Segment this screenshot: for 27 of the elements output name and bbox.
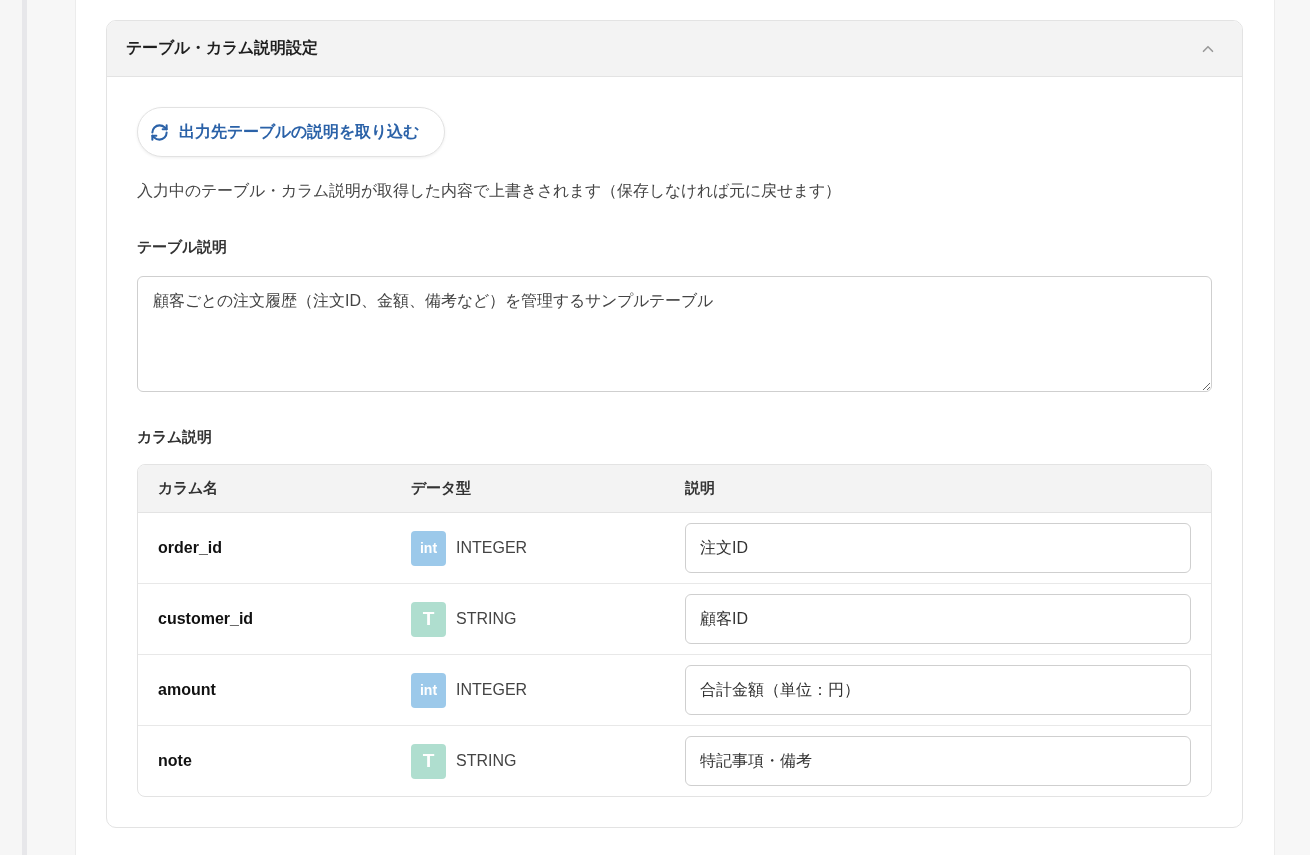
notice-text: 入力中のテーブル・カラム説明が取得した内容で上書きされます（保存しなければ元に戻せます） (137, 181, 842, 201)
type-badge: int (411, 530, 446, 566)
field-label: テーブル説明 (137, 237, 228, 257)
type-badge: T (411, 601, 446, 637)
description-input[interactable]: 特記事項・備考 (685, 736, 1191, 786)
column-name-cell-text: order_id (157, 538, 223, 558)
column-name-cell-text: amount (157, 680, 217, 700)
type-label: INTEGER (456, 681, 528, 699)
field-label: カラム説明 (137, 427, 213, 447)
type-badge: int (411, 672, 446, 708)
type-label: INTEGER (456, 539, 528, 557)
type-label: STRING (456, 752, 517, 770)
import-button[interactable]: 出力先テーブルの説明を取り込む (137, 107, 445, 157)
table-description-input[interactable]: 顧客ごとの注文履歴（注文ID、金額、備考など）を管理するサンプルテーブル (137, 276, 1212, 392)
column-header: カラム名 (157, 478, 219, 498)
description-input[interactable]: 注文ID (685, 523, 1191, 573)
section-title: テーブル・カラム説明設定 (126, 38, 318, 58)
description-input[interactable]: 顧客ID (685, 594, 1191, 644)
column-header: データ型 (410, 478, 472, 498)
description-input[interactable]: 合計金額（単位：円） (685, 665, 1191, 715)
type-badge: T (411, 743, 446, 779)
section-header[interactable]: テーブル・カラム説明設定 (107, 21, 1242, 77)
refresh-icon (150, 122, 169, 142)
type-label: STRING (456, 610, 517, 628)
column-name-cell-text: customer_id (157, 609, 255, 629)
column-header: 説明 (684, 478, 716, 498)
column-name-cell-text: note (157, 751, 193, 771)
